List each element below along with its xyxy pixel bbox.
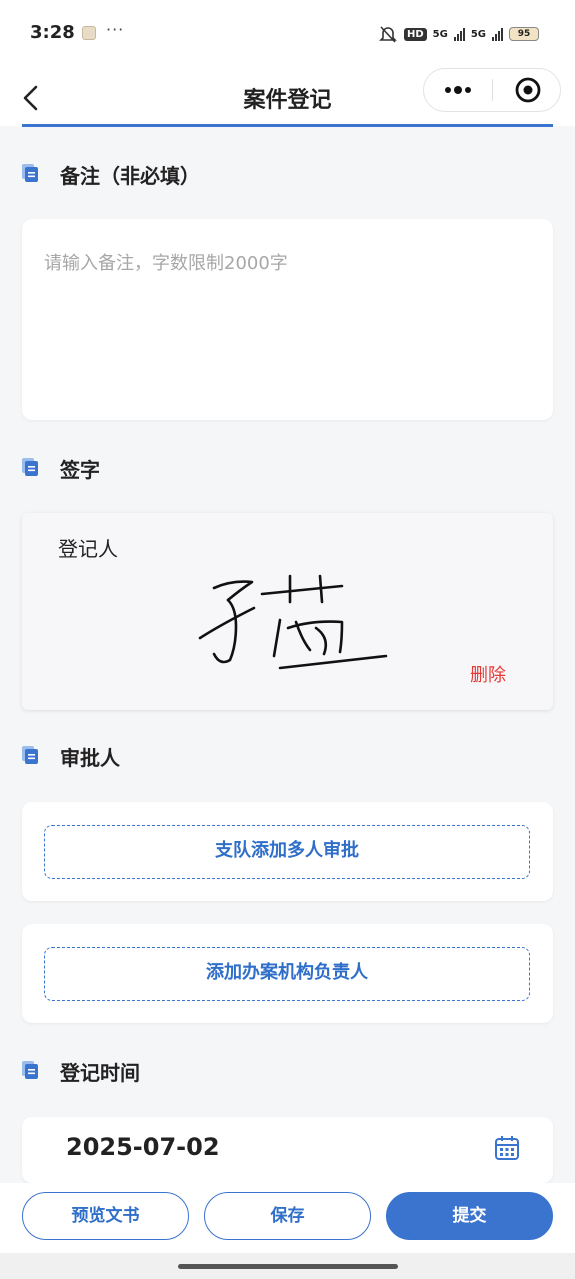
mute-bell-icon — [379, 26, 397, 43]
nav-underline — [22, 124, 553, 127]
status-indicators: HD 5G 5G 95 — [378, 22, 539, 46]
remark-input[interactable] — [22, 219, 553, 420]
status-bar: 3:28 ··· HD 5G 5G 95 — [0, 0, 575, 70]
document-icon — [22, 746, 38, 764]
remark-section-title: 备注（非必填） — [60, 164, 200, 188]
document-icon — [22, 164, 38, 182]
document-icon — [22, 1061, 38, 1079]
preview-document-button[interactable]: 预览文书 — [22, 1192, 189, 1240]
bottom-action-bar: 预览文书 保存 提交 — [0, 1183, 575, 1253]
approver-card-2: 添加办案机构负责人 — [22, 924, 553, 1023]
add-agency-head-button[interactable]: 添加办案机构负责人 — [44, 947, 530, 1001]
signature-pad[interactable]: 登记人 删除 — [22, 513, 553, 710]
submit-button[interactable]: 提交 — [386, 1192, 553, 1240]
signal-1-label: 5G — [432, 28, 448, 40]
add-multi-approver-button[interactable]: 支队添加多人审批 — [44, 825, 530, 879]
signal-2-icon — [492, 27, 503, 41]
signal-2-label: 5G — [470, 28, 486, 40]
mini-program-capsule — [423, 68, 561, 112]
handwritten-signature — [198, 574, 388, 670]
approver-card-1: 支队添加多人审批 — [22, 802, 553, 901]
reg-time-section-title: 登记时间 — [60, 1061, 140, 1085]
target-circle-icon — [515, 77, 541, 103]
date-picker-field[interactable]: 2025-07-02 — [22, 1117, 553, 1183]
save-button[interactable]: 保存 — [204, 1192, 371, 1240]
battery-icon: 95 — [509, 27, 539, 41]
capsule-close-button[interactable] — [494, 69, 560, 111]
capsule-more-button[interactable] — [424, 69, 492, 111]
date-value: 2025-07-02 — [66, 1133, 220, 1161]
more-notifications-icon: ··· — [106, 20, 125, 39]
document-icon — [22, 458, 38, 476]
signer-label: 登记人 — [58, 537, 118, 561]
signal-1-icon — [453, 27, 465, 41]
app-notification-icon — [82, 26, 96, 40]
nav-bar: 案件登记 — [0, 68, 575, 127]
calendar-icon[interactable] — [494, 1135, 520, 1161]
home-indicator[interactable] — [178, 1264, 398, 1269]
approver-section-title: 审批人 — [60, 746, 120, 770]
gesture-area — [0, 1253, 575, 1279]
hd-badge: HD — [403, 27, 427, 41]
signature-section-title: 签字 — [60, 458, 100, 482]
more-dots-icon — [445, 86, 471, 94]
delete-signature-link[interactable]: 删除 — [470, 661, 506, 687]
capsule-divider — [492, 79, 493, 101]
status-time: 3:28 — [30, 22, 75, 43]
